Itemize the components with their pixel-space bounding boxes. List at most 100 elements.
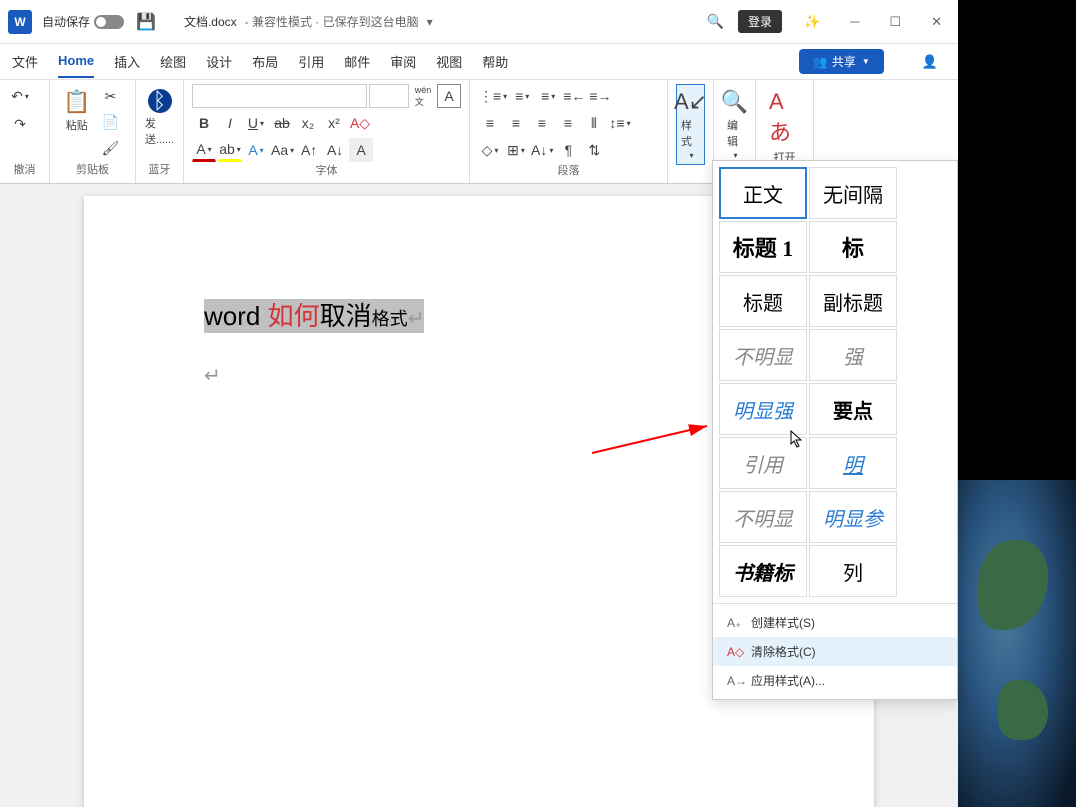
copy-button[interactable]: 📄: [98, 110, 122, 134]
shading-button[interactable]: ◇▾: [478, 138, 502, 162]
style-intense-ref[interactable]: 明显参: [809, 491, 897, 543]
style-intense-partial[interactable]: 明: [809, 437, 897, 489]
redo-button[interactable]: ↷: [8, 112, 32, 136]
ribbon-font-group: wén文 A B I U▾ ab x₂ x² A◇ A▾ ab▾ A▾ Aa▾: [184, 80, 470, 183]
menu-draw[interactable]: 绘图: [160, 52, 186, 71]
ribbon-clipboard-group: 📋 粘贴 ✂ 📄 🖌 剪贴板: [50, 80, 136, 183]
style-strong-partial[interactable]: 强: [809, 329, 897, 381]
text-word: word: [204, 301, 268, 331]
highlight-button[interactable]: ab▾: [218, 138, 242, 162]
styles-button[interactable]: A↙ 样式 ▾: [676, 84, 705, 165]
style-quote[interactable]: 引用: [719, 437, 807, 489]
borders-button[interactable]: ⊞▾: [504, 138, 528, 162]
char-scale-button[interactable]: Aa▾: [270, 138, 295, 162]
undo-button[interactable]: ↶▾: [8, 84, 32, 108]
style-subtitle[interactable]: 副标题: [809, 275, 897, 327]
menu-references[interactable]: 引用: [298, 52, 324, 71]
menu-help[interactable]: 帮助: [482, 52, 508, 71]
minimize-button[interactable]: ─: [842, 14, 867, 29]
style-book-title[interactable]: 书籍标: [719, 545, 807, 597]
underline-button[interactable]: U▾: [244, 111, 268, 135]
increase-indent-button[interactable]: ≡→: [588, 84, 612, 108]
clear-format-menu-item[interactable]: A◇ 清除格式(C): [713, 637, 957, 666]
menu-view[interactable]: 视图: [436, 52, 462, 71]
create-style-label: 创建样式(S): [751, 614, 815, 631]
text-effects-button[interactable]: A▾: [244, 138, 268, 162]
ribbon-undo-group: ↶▾ ↷ 撤消: [0, 80, 50, 183]
close-button[interactable]: ✕: [923, 14, 950, 30]
search-icon: 🔍: [721, 89, 748, 115]
bold-button[interactable]: B: [192, 111, 216, 135]
autosave-toggle[interactable]: 自动保存: [42, 13, 124, 30]
menu-design[interactable]: 设计: [206, 52, 232, 71]
align-left-button[interactable]: ≡: [478, 111, 502, 135]
show-marks-button[interactable]: ¶: [556, 138, 580, 162]
bluetooth-send-button[interactable]: ᛒ 发送......: [144, 84, 175, 152]
share-label: 共享: [832, 53, 856, 70]
clear-format-label: 清除格式(C): [751, 643, 816, 660]
strikethrough-button[interactable]: ab: [270, 111, 294, 135]
subscript-button[interactable]: x₂: [296, 111, 320, 135]
enclose-char-button[interactable]: A: [349, 138, 373, 162]
menu-layout[interactable]: 布局: [252, 52, 278, 71]
grow-font-button[interactable]: A↑: [297, 138, 321, 162]
save-icon[interactable]: 💾: [136, 12, 156, 32]
menu-home[interactable]: Home: [58, 53, 94, 78]
clipboard-group-label: 剪贴板: [58, 161, 127, 179]
menu-mail[interactable]: 邮件: [344, 52, 370, 71]
style-intense-emphasis[interactable]: 明显强: [719, 383, 807, 435]
sort-button[interactable]: A↓▾: [530, 138, 554, 162]
dropdown-icon[interactable]: ▾: [427, 15, 433, 29]
bluetooth-icon: ᛒ: [148, 89, 172, 113]
paste-button[interactable]: 📋 粘贴: [58, 84, 95, 138]
line-spacing-button[interactable]: ↕≡▾: [608, 111, 632, 135]
style-subtle-emphasis[interactable]: 不明显: [719, 329, 807, 381]
justify-button[interactable]: ≡: [556, 111, 580, 135]
style-normal[interactable]: 正文: [719, 167, 807, 219]
font-name-select[interactable]: [192, 84, 367, 108]
shrink-font-button[interactable]: A↓: [323, 138, 347, 162]
bullets-button[interactable]: ⋮≡▾: [478, 84, 508, 108]
toggle-icon[interactable]: [94, 15, 124, 29]
search-icon[interactable]: 🔍: [707, 13, 724, 30]
style-heading1[interactable]: 标题 1: [719, 221, 807, 273]
char-border-button[interactable]: A: [437, 84, 461, 108]
selected-text[interactable]: word 如何取消格式↵: [204, 299, 424, 333]
style-heading-partial[interactable]: 标: [809, 221, 897, 273]
format-painter-button[interactable]: 🖌: [98, 136, 122, 160]
distribute-button[interactable]: ⫴: [582, 111, 606, 135]
menu-file[interactable]: 文件: [12, 52, 38, 71]
style-title[interactable]: 标题: [719, 275, 807, 327]
style-subtle-ref[interactable]: 不明显: [719, 491, 807, 543]
align-center-button[interactable]: ≡: [504, 111, 528, 135]
text-ruhe: 如何: [268, 302, 320, 331]
share-button[interactable]: 👥 共享 ▼: [799, 49, 884, 74]
font-size-select[interactable]: [369, 84, 409, 108]
align-right-button[interactable]: ≡: [530, 111, 554, 135]
menu-insert[interactable]: 插入: [114, 52, 140, 71]
menu-review[interactable]: 审阅: [390, 52, 416, 71]
para-settings-button[interactable]: ⇅: [582, 138, 606, 162]
style-no-spacing[interactable]: 无间隔: [809, 167, 897, 219]
chevron-down-icon: ▾: [689, 151, 693, 160]
apply-style-menu-item[interactable]: A→ 应用样式(A)...: [713, 666, 957, 695]
wand-icon[interactable]: ✨: [796, 14, 828, 30]
numbering-button[interactable]: ≡▾: [510, 84, 534, 108]
superscript-button[interactable]: x²: [322, 111, 346, 135]
maximize-button[interactable]: ☐: [881, 14, 909, 30]
clear-format-icon[interactable]: A◇: [348, 111, 372, 135]
font-color-button[interactable]: A▾: [192, 138, 216, 162]
edit-button[interactable]: 🔍 编辑 ▾: [722, 84, 747, 165]
italic-button[interactable]: I: [218, 111, 242, 135]
style-list-partial[interactable]: 列: [809, 545, 897, 597]
comments-icon[interactable]: 👤: [914, 54, 946, 70]
cut-button[interactable]: ✂: [98, 84, 122, 108]
pinyin-button[interactable]: wén文: [411, 84, 435, 108]
menu-bar: 文件 Home 插入 绘图 设计 布局 引用 邮件 审阅 视图 帮助 👥 共享 …: [0, 44, 958, 80]
bluetooth-group-label: 蓝牙: [144, 161, 175, 179]
decrease-indent-button[interactable]: ≡←: [562, 84, 586, 108]
style-strong[interactable]: 要点: [809, 383, 897, 435]
create-style-menu-item[interactable]: A₊ 创建样式(S): [713, 608, 957, 637]
login-button[interactable]: 登录: [738, 10, 782, 33]
multilevel-button[interactable]: ≡▾: [536, 84, 560, 108]
